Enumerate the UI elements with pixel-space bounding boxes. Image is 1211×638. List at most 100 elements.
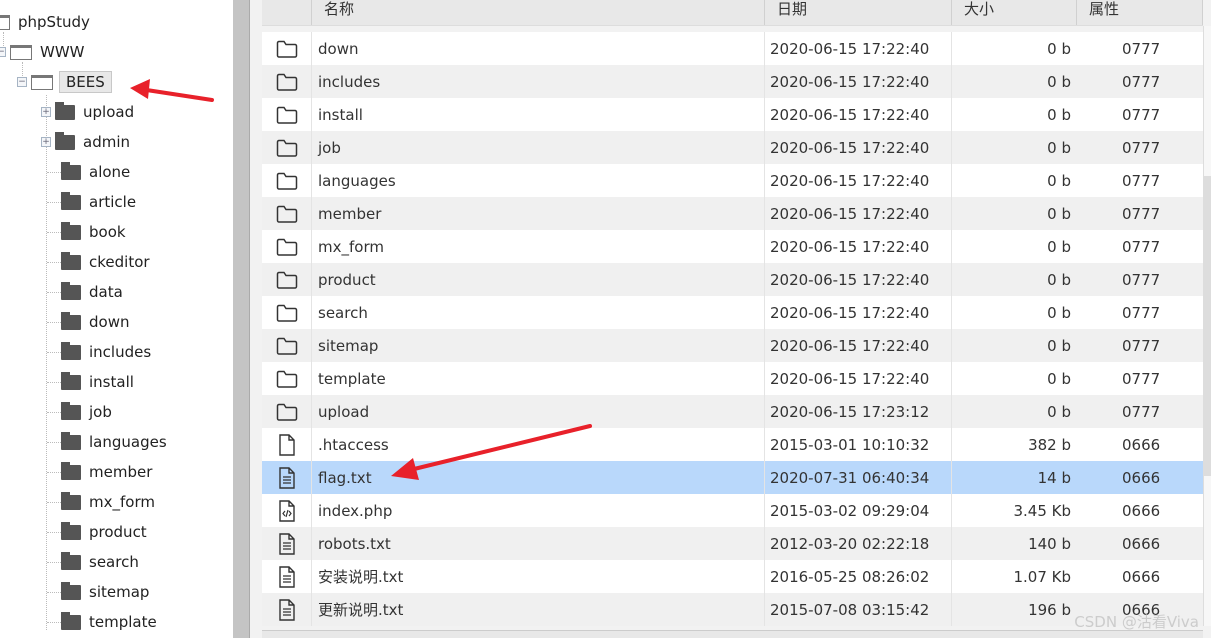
file-name: mx_form — [312, 230, 765, 263]
file-size: 0 b — [1047, 204, 1071, 223]
header-size[interactable]: 大小 — [952, 0, 1077, 25]
tree-connector — [47, 381, 61, 383]
tree-node-article[interactable]: article — [47, 190, 136, 214]
file-name: template — [312, 362, 765, 395]
table-row[interactable]: sitemap 2020-06-15 17:22:40 0 b 0777 — [262, 329, 1203, 362]
table-row[interactable]: member 2020-06-15 17:22:40 0 b 0777 — [262, 197, 1203, 230]
table-row[interactable]: 安装说明.txt 2016-05-25 08:26:02 1.07 Kb 066… — [262, 560, 1203, 593]
table-row[interactable]: robots.txt 2012-03-20 02:22:18 140 b 066… — [262, 527, 1203, 560]
tree-node-includes[interactable]: includes — [47, 340, 151, 364]
tree-node-product[interactable]: product — [47, 520, 147, 544]
collapse-icon[interactable]: − — [17, 77, 27, 87]
table-row[interactable]: flag.txt 2020-07-31 06:40:34 14 b 0666 — [262, 461, 1203, 494]
table-row[interactable]: index.php 2015-03-02 09:29:04 3.45 Kb 06… — [262, 494, 1203, 527]
tree-node-www[interactable]: − WWW — [0, 40, 85, 64]
vertical-scrollbar[interactable] — [1203, 26, 1211, 626]
tree-node-upload[interactable]: + upload — [41, 100, 134, 124]
table-row[interactable]: upload 2020-06-15 17:23:12 0 b 0777 — [262, 395, 1203, 428]
file-name: member — [312, 197, 765, 230]
file-name: product — [312, 263, 765, 296]
file-name: robots.txt — [312, 527, 765, 560]
tree-connector — [47, 501, 61, 503]
table-row[interactable]: mx_form 2020-06-15 17:22:40 0 b 0777 — [262, 230, 1203, 263]
table-row[interactable]: template 2020-06-15 17:22:40 0 b 0777 — [262, 362, 1203, 395]
collapse-icon[interactable]: − — [0, 47, 6, 57]
folder-icon — [61, 611, 81, 630]
file-name: upload — [312, 395, 765, 428]
tree-node-job[interactable]: job — [47, 400, 112, 424]
file-date: 2020-06-15 17:22:40 — [765, 362, 952, 395]
tree-node-alone[interactable]: alone — [47, 160, 130, 184]
tree-node-template[interactable]: template — [47, 610, 157, 634]
table-row[interactable]: product 2020-06-15 17:22:40 0 b 0777 — [262, 263, 1203, 296]
tree-node-languages[interactable]: languages — [47, 430, 167, 454]
tree-node-down[interactable]: down — [47, 310, 129, 334]
tree-node-data[interactable]: data — [47, 280, 123, 304]
table-row[interactable]: includes 2020-06-15 17:22:40 0 b 0777 — [262, 65, 1203, 98]
file-attr: 0777 — [1122, 72, 1161, 91]
table-row[interactable]: .htaccess 2015-03-01 10:10:32 382 b 0666 — [262, 428, 1203, 461]
folder-icon — [61, 551, 81, 570]
file-date: 2020-06-15 17:22:40 — [765, 197, 952, 230]
folder-icon — [262, 131, 312, 164]
folder-icon — [61, 431, 81, 450]
folder-tree: phpStudy − WWW − BEES + upload + admin alone artic… — [0, 0, 233, 638]
table-row[interactable]: down 2020-06-15 17:22:40 0 b 0777 — [262, 32, 1203, 65]
file-date: 2020-06-15 17:22:40 — [765, 164, 952, 197]
file-date: 2020-06-15 17:22:40 — [765, 329, 952, 362]
file-date: 2012-03-20 02:22:18 — [765, 527, 952, 560]
tree-connector — [47, 441, 61, 443]
tree-node-admin[interactable]: + admin — [41, 130, 130, 154]
file-attr: 0666 — [1122, 501, 1161, 520]
file-name: install — [312, 98, 765, 131]
expand-icon[interactable]: + — [41, 107, 51, 117]
scrollbar-thumb[interactable] — [1204, 176, 1211, 476]
file-name: 安装说明.txt — [312, 560, 765, 593]
tree-node-book[interactable]: book — [47, 220, 126, 244]
table-row[interactable]: languages 2020-06-15 17:22:40 0 b 0777 — [262, 164, 1203, 197]
tree-node-search[interactable]: search — [47, 550, 139, 574]
tree-node-ckeditor[interactable]: ckeditor — [47, 250, 150, 274]
header-attr[interactable]: 属性 — [1077, 0, 1203, 25]
file-name: includes — [312, 65, 765, 98]
folder-icon — [61, 341, 81, 360]
tree-node-sitemap[interactable]: sitemap — [47, 580, 149, 604]
text-file-icon — [262, 593, 312, 626]
tree-connector — [47, 231, 61, 233]
tree-node-bees[interactable]: − BEES — [17, 70, 112, 94]
expand-icon[interactable]: + — [41, 137, 51, 147]
file-size: 0 b — [1047, 39, 1071, 58]
folder-icon — [61, 371, 81, 390]
tree-node-phpstudy[interactable]: phpStudy — [0, 10, 90, 34]
file-size: 0 b — [1047, 402, 1071, 421]
header-name[interactable]: 名称 — [312, 0, 765, 25]
file-size: 3.45 Kb — [1013, 501, 1071, 520]
file-date: 2015-03-02 09:29:04 — [765, 494, 952, 527]
file-attr: 0666 — [1122, 567, 1161, 586]
file-date: 2020-06-15 17:22:40 — [765, 32, 952, 65]
file-attr: 0777 — [1122, 138, 1161, 157]
file-name: index.php — [312, 494, 765, 527]
tree-node-mx-form[interactable]: mx_form — [47, 490, 155, 514]
table-row[interactable]: install 2020-06-15 17:22:40 0 b 0777 — [262, 98, 1203, 131]
file-date: 2020-06-15 17:22:40 — [765, 296, 952, 329]
table-row[interactable]: 更新说明.txt 2015-07-08 03:15:42 196 b 0666 — [262, 593, 1203, 626]
folder-icon — [61, 491, 81, 510]
header-date[interactable]: 日期 — [765, 0, 952, 25]
folder-icon — [61, 581, 81, 600]
table-header: 名称 日期 大小 属性 — [262, 0, 1203, 26]
folder-icon — [262, 65, 312, 98]
horizontal-scrollbar[interactable] — [262, 630, 1203, 638]
file-size: 0 b — [1047, 303, 1071, 322]
file-attr: 0777 — [1122, 171, 1161, 190]
tree-node-member[interactable]: member — [47, 460, 152, 484]
folder-icon — [55, 131, 75, 150]
panel-splitter[interactable] — [233, 0, 250, 638]
file-attr: 0666 — [1122, 435, 1161, 454]
tree-node-install[interactable]: install — [47, 370, 134, 394]
table-row[interactable]: job 2020-06-15 17:22:40 0 b 0777 — [262, 131, 1203, 164]
folder-icon — [61, 191, 81, 210]
file-size: 0 b — [1047, 171, 1071, 190]
table-row[interactable]: search 2020-06-15 17:22:40 0 b 0777 — [262, 296, 1203, 329]
text-file-icon — [262, 560, 312, 593]
